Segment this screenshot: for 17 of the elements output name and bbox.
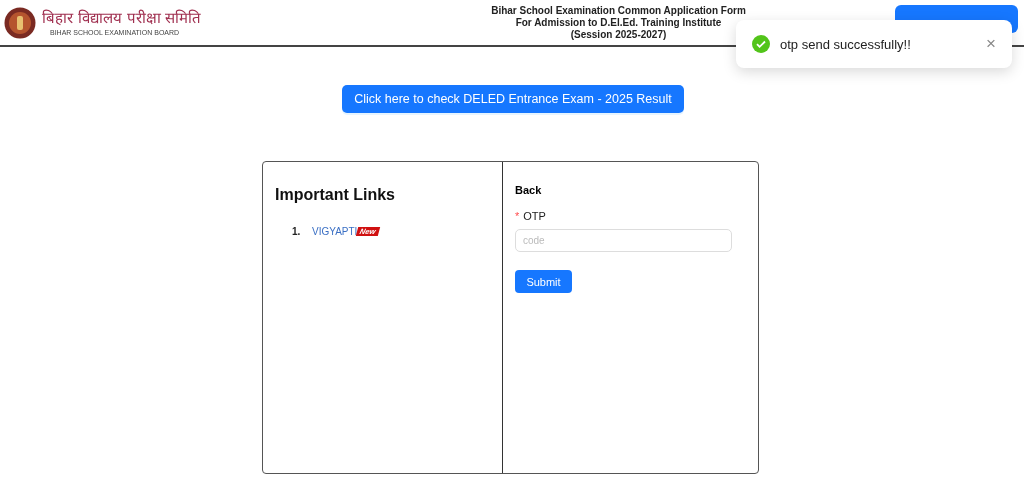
form-title-line: Bihar School Examination Common Application Form <box>490 4 747 17</box>
required-mark: * <box>515 210 520 222</box>
field-label: OTP <box>523 210 546 222</box>
emblem-icon <box>4 6 36 39</box>
form-title-line: For Admission to D.El.Ed. Training Institute <box>514 16 723 29</box>
toast-message: otp send successfully!! <box>780 36 912 52</box>
back-button[interactable]: Back <box>515 184 542 196</box>
list-number: 1. <box>292 226 302 237</box>
section-heading: Important Links <box>275 186 396 204</box>
close-button[interactable]: × <box>986 34 996 54</box>
check-circle-icon <box>752 35 770 53</box>
otp-input-field[interactable]: code <box>515 229 732 252</box>
org-hindi-name: बिहार विद्यालय परीक्षा समिति <box>42 9 202 27</box>
result-link-button[interactable]: Click here to check DELED Entrance Exam - 2025 Result <box>342 85 684 113</box>
submit-button[interactable]: Submit <box>515 270 572 293</box>
vigyapti-link[interactable]: VIGYAPTI <box>312 226 358 237</box>
form-title-line: (Session 2025-2027) <box>569 28 668 41</box>
